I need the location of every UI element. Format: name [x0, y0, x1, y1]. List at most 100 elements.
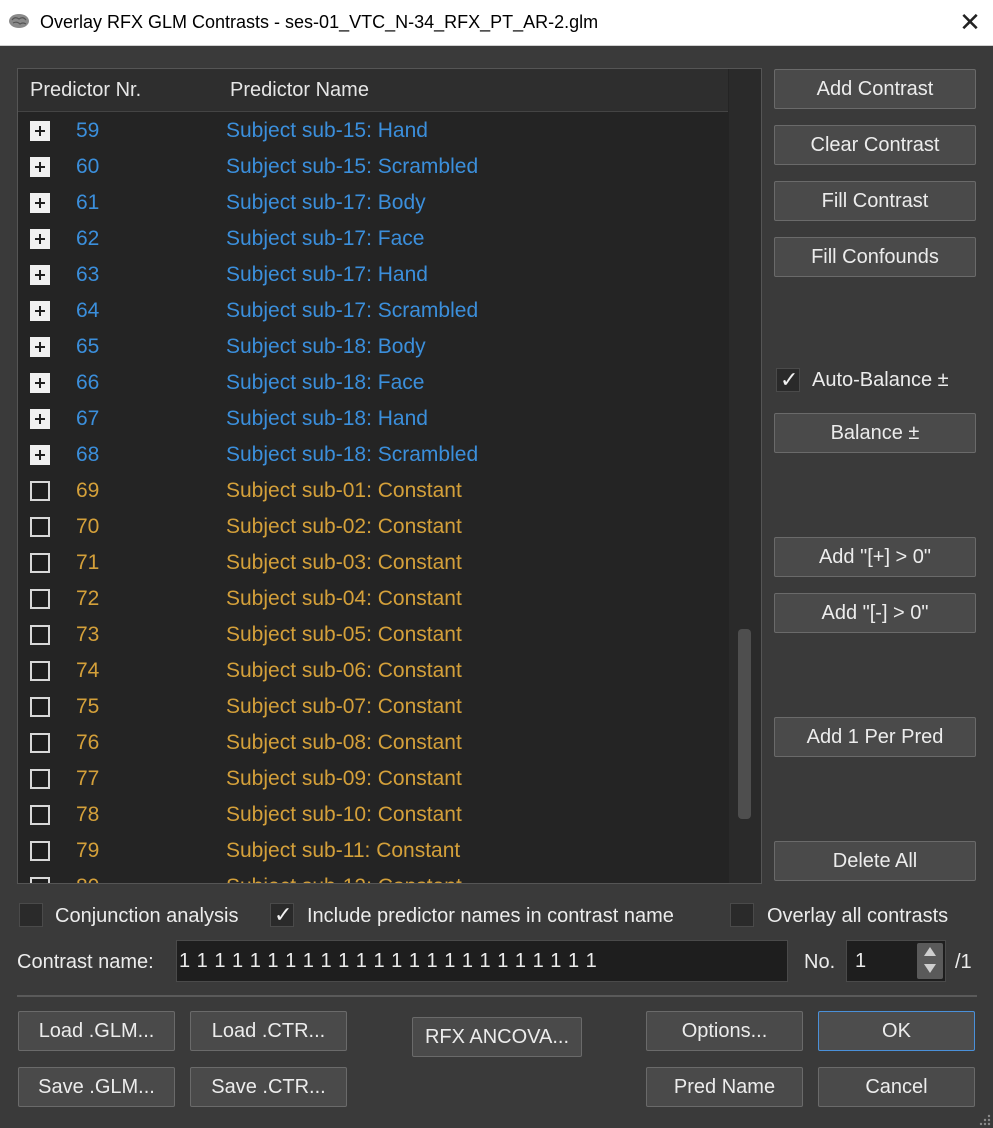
predictor-list[interactable]: Predictor Nr. Predictor Name 59 Subject s… [17, 68, 762, 884]
list-item[interactable]: 70 Subject sub-02: Constant [18, 511, 728, 547]
scrollbar[interactable] [729, 69, 761, 883]
predictor-number: 65 [76, 335, 100, 358]
overlay-all-checkbox[interactable] [730, 903, 754, 927]
add-one-per-pred-button[interactable]: Add 1 Per Pred [774, 717, 976, 757]
list-item[interactable]: 77 Subject sub-09: Constant [18, 763, 728, 799]
predictor-number: 63 [76, 263, 100, 286]
rfx-ancova-button[interactable]: RFX ANCOVA... [412, 1017, 582, 1057]
list-item[interactable]: 78 Subject sub-10: Constant [18, 799, 728, 835]
predictor-name: Subject sub-18: Face [226, 371, 425, 394]
options-button[interactable]: Options... [646, 1011, 803, 1051]
balance-button[interactable]: Balance ± [774, 413, 976, 453]
title-bar: Overlay RFX GLM Contrasts - ses-01_VTC_N… [0, 0, 993, 46]
column-header-predictor-name[interactable]: Predictor Name [230, 79, 369, 102]
plus-checkbox-icon[interactable] [30, 157, 50, 177]
list-item[interactable]: 74 Subject sub-06: Constant [18, 655, 728, 691]
empty-checkbox-icon[interactable] [30, 841, 50, 861]
predictor-number: 60 [76, 155, 100, 178]
empty-checkbox-icon[interactable] [30, 769, 50, 789]
list-item[interactable]: 68 Subject sub-18: Scrambled [18, 439, 728, 475]
ok-button[interactable]: OK [818, 1011, 975, 1051]
plus-checkbox-icon[interactable] [30, 301, 50, 321]
clear-contrast-button[interactable]: Clear Contrast [774, 125, 976, 165]
list-item[interactable]: 65 Subject sub-18: Body [18, 331, 728, 367]
load-ctr-button[interactable]: Load .CTR... [190, 1011, 347, 1051]
list-item[interactable]: 71 Subject sub-03: Constant [18, 547, 728, 583]
list-item[interactable]: 64 Subject sub-17: Scrambled [18, 295, 728, 331]
plus-checkbox-icon[interactable] [30, 121, 50, 141]
spin-down-icon[interactable] [924, 964, 936, 973]
add-negative-button[interactable]: Add "[-] > 0" [774, 593, 976, 633]
predictor-number: 59 [76, 119, 100, 142]
predictor-number: 64 [76, 299, 100, 322]
auto-balance-checkbox[interactable] [776, 367, 800, 393]
delete-all-button[interactable]: Delete All [774, 841, 976, 881]
empty-checkbox-icon[interactable] [30, 805, 50, 825]
list-item[interactable]: 67 Subject sub-18: Hand [18, 403, 728, 439]
contrast-name-input[interactable]: 1 1 1 1 1 1 1 1 1 1 1 1 1 1 1 1 1 1 1 1 … [176, 940, 788, 982]
load-glm-button[interactable]: Load .GLM... [18, 1011, 175, 1051]
plus-checkbox-icon[interactable] [30, 445, 50, 465]
list-item[interactable]: 66 Subject sub-18: Face [18, 367, 728, 403]
empty-checkbox-icon[interactable] [30, 877, 50, 883]
empty-checkbox-icon[interactable] [30, 589, 50, 609]
empty-checkbox-icon[interactable] [30, 517, 50, 537]
contrast-no-label: No. [804, 951, 836, 973]
conjunction-analysis-checkbox[interactable] [19, 903, 43, 927]
scrollbar-thumb[interactable] [738, 629, 751, 819]
list-item[interactable]: 69 Subject sub-01: Constant [18, 475, 728, 511]
list-item[interactable]: 76 Subject sub-08: Constant [18, 727, 728, 763]
plus-checkbox-icon[interactable] [30, 337, 50, 357]
predictor-name: Subject sub-05: Constant [226, 623, 462, 646]
pred-name-button[interactable]: Pred Name [646, 1067, 803, 1107]
list-item[interactable]: 79 Subject sub-11: Constant [18, 835, 728, 871]
predictor-name: Subject sub-17: Hand [226, 263, 428, 286]
fill-contrast-button[interactable]: Fill Contrast [774, 181, 976, 221]
resize-grip-icon[interactable] [977, 1112, 991, 1126]
list-item[interactable]: 59 Subject sub-15: Hand [18, 115, 728, 151]
fill-confounds-button[interactable]: Fill Confounds [774, 237, 976, 277]
plus-checkbox-icon[interactable] [30, 373, 50, 393]
empty-checkbox-icon[interactable] [30, 625, 50, 645]
empty-checkbox-icon[interactable] [30, 553, 50, 573]
spin-buttons[interactable] [917, 943, 943, 979]
predictor-name: Subject sub-18: Scrambled [226, 443, 479, 466]
plus-checkbox-icon[interactable] [30, 193, 50, 213]
close-icon[interactable]: ✕ [957, 9, 983, 35]
list-item[interactable]: 75 Subject sub-07: Constant [18, 691, 728, 727]
list-item[interactable]: 72 Subject sub-04: Constant [18, 583, 728, 619]
list-item[interactable]: 60 Subject sub-15: Scrambled [18, 151, 728, 187]
plus-checkbox-icon[interactable] [30, 265, 50, 285]
plus-checkbox-icon[interactable] [30, 409, 50, 429]
add-positive-button[interactable]: Add "[+] > 0" [774, 537, 976, 577]
list-item[interactable]: 62 Subject sub-17: Face [18, 223, 728, 259]
predictor-name: Subject sub-10: Constant [226, 803, 462, 826]
predictor-name: Subject sub-12: Constant [226, 875, 462, 883]
contrast-number-value: 1 [855, 950, 867, 972]
predictor-number: 69 [76, 479, 100, 502]
contrast-name-label: Contrast name: [17, 951, 154, 973]
save-glm-button[interactable]: Save .GLM... [18, 1067, 175, 1107]
predictor-number: 71 [76, 551, 100, 574]
cancel-button[interactable]: Cancel [818, 1067, 975, 1107]
empty-checkbox-icon[interactable] [30, 481, 50, 501]
list-item[interactable]: 80 Subject sub-12: Constant [18, 871, 728, 883]
contrast-number-spinbox[interactable]: 1 [846, 940, 946, 982]
list-item[interactable]: 61 Subject sub-17: Body [18, 187, 728, 223]
list-item[interactable]: 63 Subject sub-17: Hand [18, 259, 728, 295]
plus-checkbox-icon[interactable] [30, 229, 50, 249]
add-contrast-button[interactable]: Add Contrast [774, 69, 976, 109]
list-item[interactable]: 73 Subject sub-05: Constant [18, 619, 728, 655]
spin-up-icon[interactable] [924, 947, 936, 956]
predictor-number: 72 [76, 587, 100, 610]
include-names-checkbox[interactable] [270, 902, 294, 928]
save-ctr-button[interactable]: Save .CTR... [190, 1067, 347, 1107]
include-names-label: Include predictor names in contrast name [307, 905, 674, 927]
predictor-name: Subject sub-17: Body [226, 191, 426, 214]
column-header-predictor-nr[interactable]: Predictor Nr. [30, 79, 141, 102]
empty-checkbox-icon[interactable] [30, 661, 50, 681]
empty-checkbox-icon[interactable] [30, 733, 50, 753]
contrast-total-label: /1 [955, 951, 972, 973]
overlay-all-label: Overlay all contrasts [767, 905, 949, 927]
empty-checkbox-icon[interactable] [30, 697, 50, 717]
